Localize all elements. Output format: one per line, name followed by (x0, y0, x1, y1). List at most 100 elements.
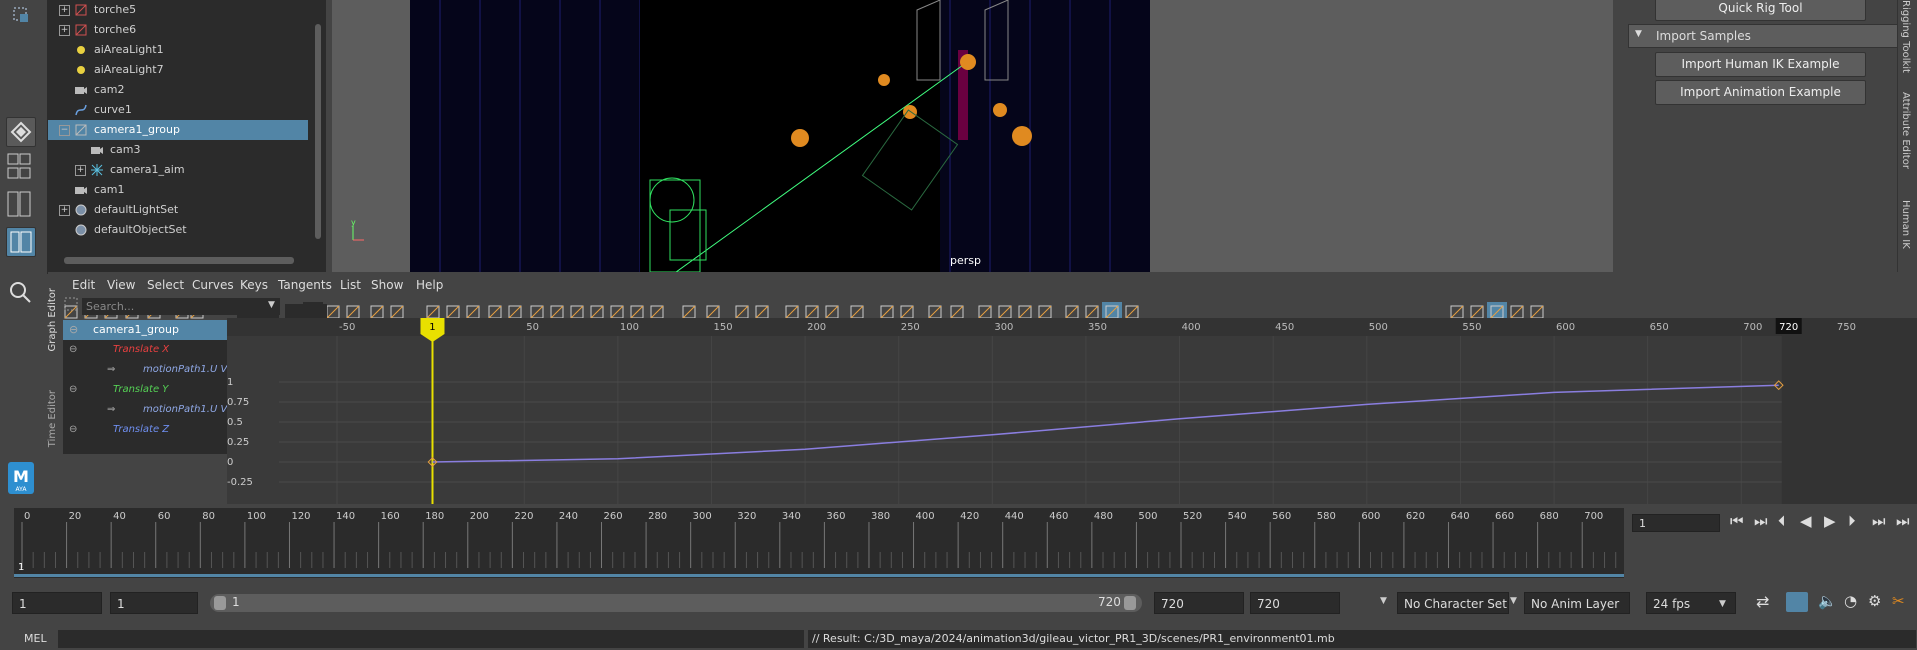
import-animation-button[interactable]: Import Animation Example (1655, 80, 1866, 105)
collapse-toggle-icon[interactable]: ⊖ (69, 320, 78, 340)
perspective-viewport[interactable] (410, 0, 1150, 272)
tab-attribute-editor[interactable]: Attribute Editor (1900, 92, 1911, 169)
outliner-panel: + torche5 + torche6 aiAreaLight1 aiAreaLight7… (48, 0, 326, 272)
tab-human-ik[interactable]: Human IK (1900, 200, 1911, 249)
timeslider-tick-label: 220 (514, 511, 533, 522)
menu-view[interactable]: View (107, 278, 135, 292)
outliner-item[interactable]: aiAreaLight7 (48, 60, 308, 80)
playback-speed-icon[interactable]: ◔ (1844, 592, 1857, 610)
outliner-item[interactable]: cam3 (48, 140, 308, 160)
mel-label[interactable]: MEL (24, 632, 47, 645)
import-human-ik-button[interactable]: Import Human IK Example (1655, 52, 1866, 77)
graph-editor-menubar: Edit View Select Curves Keys Tangents Li… (47, 274, 1917, 296)
timeslider-tick-label: 400 (916, 511, 935, 522)
character-set-field[interactable]: No Character Set (1397, 592, 1509, 614)
viewport-panel[interactable]: y persp (332, 0, 1613, 272)
outliner-item[interactable]: curve1 (48, 100, 308, 120)
outliner-item[interactable]: + camera1_aim (48, 160, 308, 180)
expand-toggle-icon[interactable]: − (59, 125, 70, 136)
select-tool-icon[interactable] (6, 4, 34, 24)
outliner-item[interactable]: aiAreaLight1 (48, 40, 308, 60)
quick-rig-button[interactable]: Quick Rig Tool (1655, 0, 1866, 21)
import-samples-header[interactable]: ▼ Import Samples (1628, 24, 1898, 48)
outliner-item-label: cam3 (110, 143, 141, 156)
outliner-item[interactable]: + torche5 (48, 0, 308, 20)
step-back-frame-icon[interactable]: ⏴ (1778, 512, 1786, 530)
expand-toggle-icon[interactable]: + (59, 25, 70, 36)
play-backward-icon[interactable]: ◀ (1800, 512, 1812, 530)
menu-select[interactable]: Select (147, 278, 184, 292)
collapse-toggle-icon[interactable]: ⊖ (69, 340, 77, 360)
menu-show[interactable]: Show (371, 278, 403, 292)
outliner-item[interactable]: cam1 (48, 180, 308, 200)
menu-tangents[interactable]: Tangents (278, 278, 332, 292)
outliner-hscrollbar[interactable] (48, 254, 310, 266)
step-forward-key-icon[interactable]: ⏭ (1872, 512, 1886, 530)
collapse-toggle-icon[interactable]: ⊖ (69, 420, 77, 440)
outliner-vscrollbar[interactable] (313, 0, 323, 256)
timeslider-tick-label: 320 (737, 511, 756, 522)
animation-prefs-icon[interactable]: ✂ (1892, 592, 1905, 610)
animation-start-field[interactable]: 1 (12, 592, 102, 614)
outliner-item[interactable]: − camera1_group (48, 120, 308, 140)
layout-single-icon[interactable] (6, 117, 36, 147)
tab-time-editor[interactable]: Time Editor (47, 390, 58, 447)
y-tick-label: -0.25 (227, 477, 253, 488)
range-handle-right[interactable] (1124, 596, 1136, 610)
play-forward-icon[interactable]: ▶ (1824, 512, 1836, 530)
search-input[interactable]: Search... ▼ (82, 298, 280, 315)
loop-icon[interactable]: ⇄ (1756, 592, 1769, 611)
range-handle-left[interactable] (214, 596, 226, 610)
time-slider[interactable]: 0 20 40 60 80 100 120 140 160 180 200 220 240 260 280 3… (14, 508, 1642, 578)
outliner-item[interactable]: defaultObjectSet (48, 220, 308, 240)
outliner-item[interactable]: cam2 (48, 80, 308, 100)
current-frame-field[interactable]: 1 (1632, 514, 1720, 532)
menu-keys[interactable]: Keys (240, 278, 268, 292)
auto-key-icon[interactable] (1786, 592, 1808, 612)
mel-input[interactable] (58, 630, 804, 648)
step-back-key-icon[interactable]: ⏭ (1754, 512, 1768, 530)
character-set-arrow-icon[interactable]: ▼ (1380, 596, 1387, 606)
layout-two-icon[interactable] (6, 190, 34, 220)
preferences-icon[interactable]: ⚙ (1868, 592, 1881, 610)
anim-layer-arrow-icon[interactable]: ▼ (1510, 596, 1517, 606)
timeslider-tick-label: 0 (24, 511, 30, 522)
playback-end-field[interactable]: 720 (1154, 592, 1244, 614)
aim-locator-icon (90, 163, 104, 177)
dropdown-arrow-icon[interactable]: ▼ (268, 300, 275, 310)
graph-view[interactable]: -50 50 100 150 200 250 300 350 400 450 500 550 600 65… (227, 318, 1917, 504)
expand-toggle-icon[interactable]: + (59, 205, 70, 216)
y-tick-label: 0.5 (227, 417, 243, 428)
range-slider[interactable]: 1 720 (210, 594, 1142, 612)
x-tick-label: 550 (1462, 322, 1481, 333)
go-to-end-icon[interactable]: ⏭ (1896, 512, 1910, 530)
outliner-item[interactable]: + defaultLightSet (48, 200, 308, 220)
x-tick-label: -50 (339, 322, 355, 333)
fps-select[interactable]: 24 fps ▼ (1646, 592, 1736, 614)
filter-icon[interactable] (63, 296, 79, 312)
expand-toggle-icon[interactable]: + (59, 5, 70, 16)
go-to-start-icon[interactable]: ⏮ (1730, 512, 1744, 530)
collapse-toggle-icon[interactable]: ⊖ (69, 380, 77, 400)
tab-rigging-toolkit[interactable]: Rigging Toolkit (1900, 0, 1911, 73)
anim-layer-field[interactable]: No Anim Layer (1524, 592, 1630, 614)
sound-icon[interactable]: 🔈 (1818, 592, 1837, 610)
timeslider-tick-label: 600 (1361, 511, 1380, 522)
menu-help[interactable]: Help (416, 278, 443, 292)
playback-start-field[interactable]: 1 (110, 592, 198, 614)
menu-curves[interactable]: Curves (192, 278, 234, 292)
step-forward-frame-icon[interactable]: ⏵ (1848, 512, 1856, 530)
search-icon[interactable] (6, 278, 34, 306)
group-icon (74, 123, 88, 137)
layout-outliner-persp-icon[interactable] (6, 227, 36, 257)
fps-dropdown-icon[interactable]: ▼ (1719, 593, 1726, 615)
torch-mesh-icon (74, 3, 88, 17)
animation-end-field[interactable]: 720 (1250, 592, 1340, 614)
menu-list[interactable]: List (340, 278, 361, 292)
outliner-item[interactable]: + torche6 (48, 20, 308, 40)
expand-toggle-icon[interactable]: + (75, 165, 86, 176)
menu-edit[interactable]: Edit (72, 278, 95, 292)
layout-four-icon[interactable] (6, 152, 34, 182)
y-tick-label: 1 (227, 377, 233, 388)
outliner-item-label: defaultObjectSet (94, 223, 187, 236)
